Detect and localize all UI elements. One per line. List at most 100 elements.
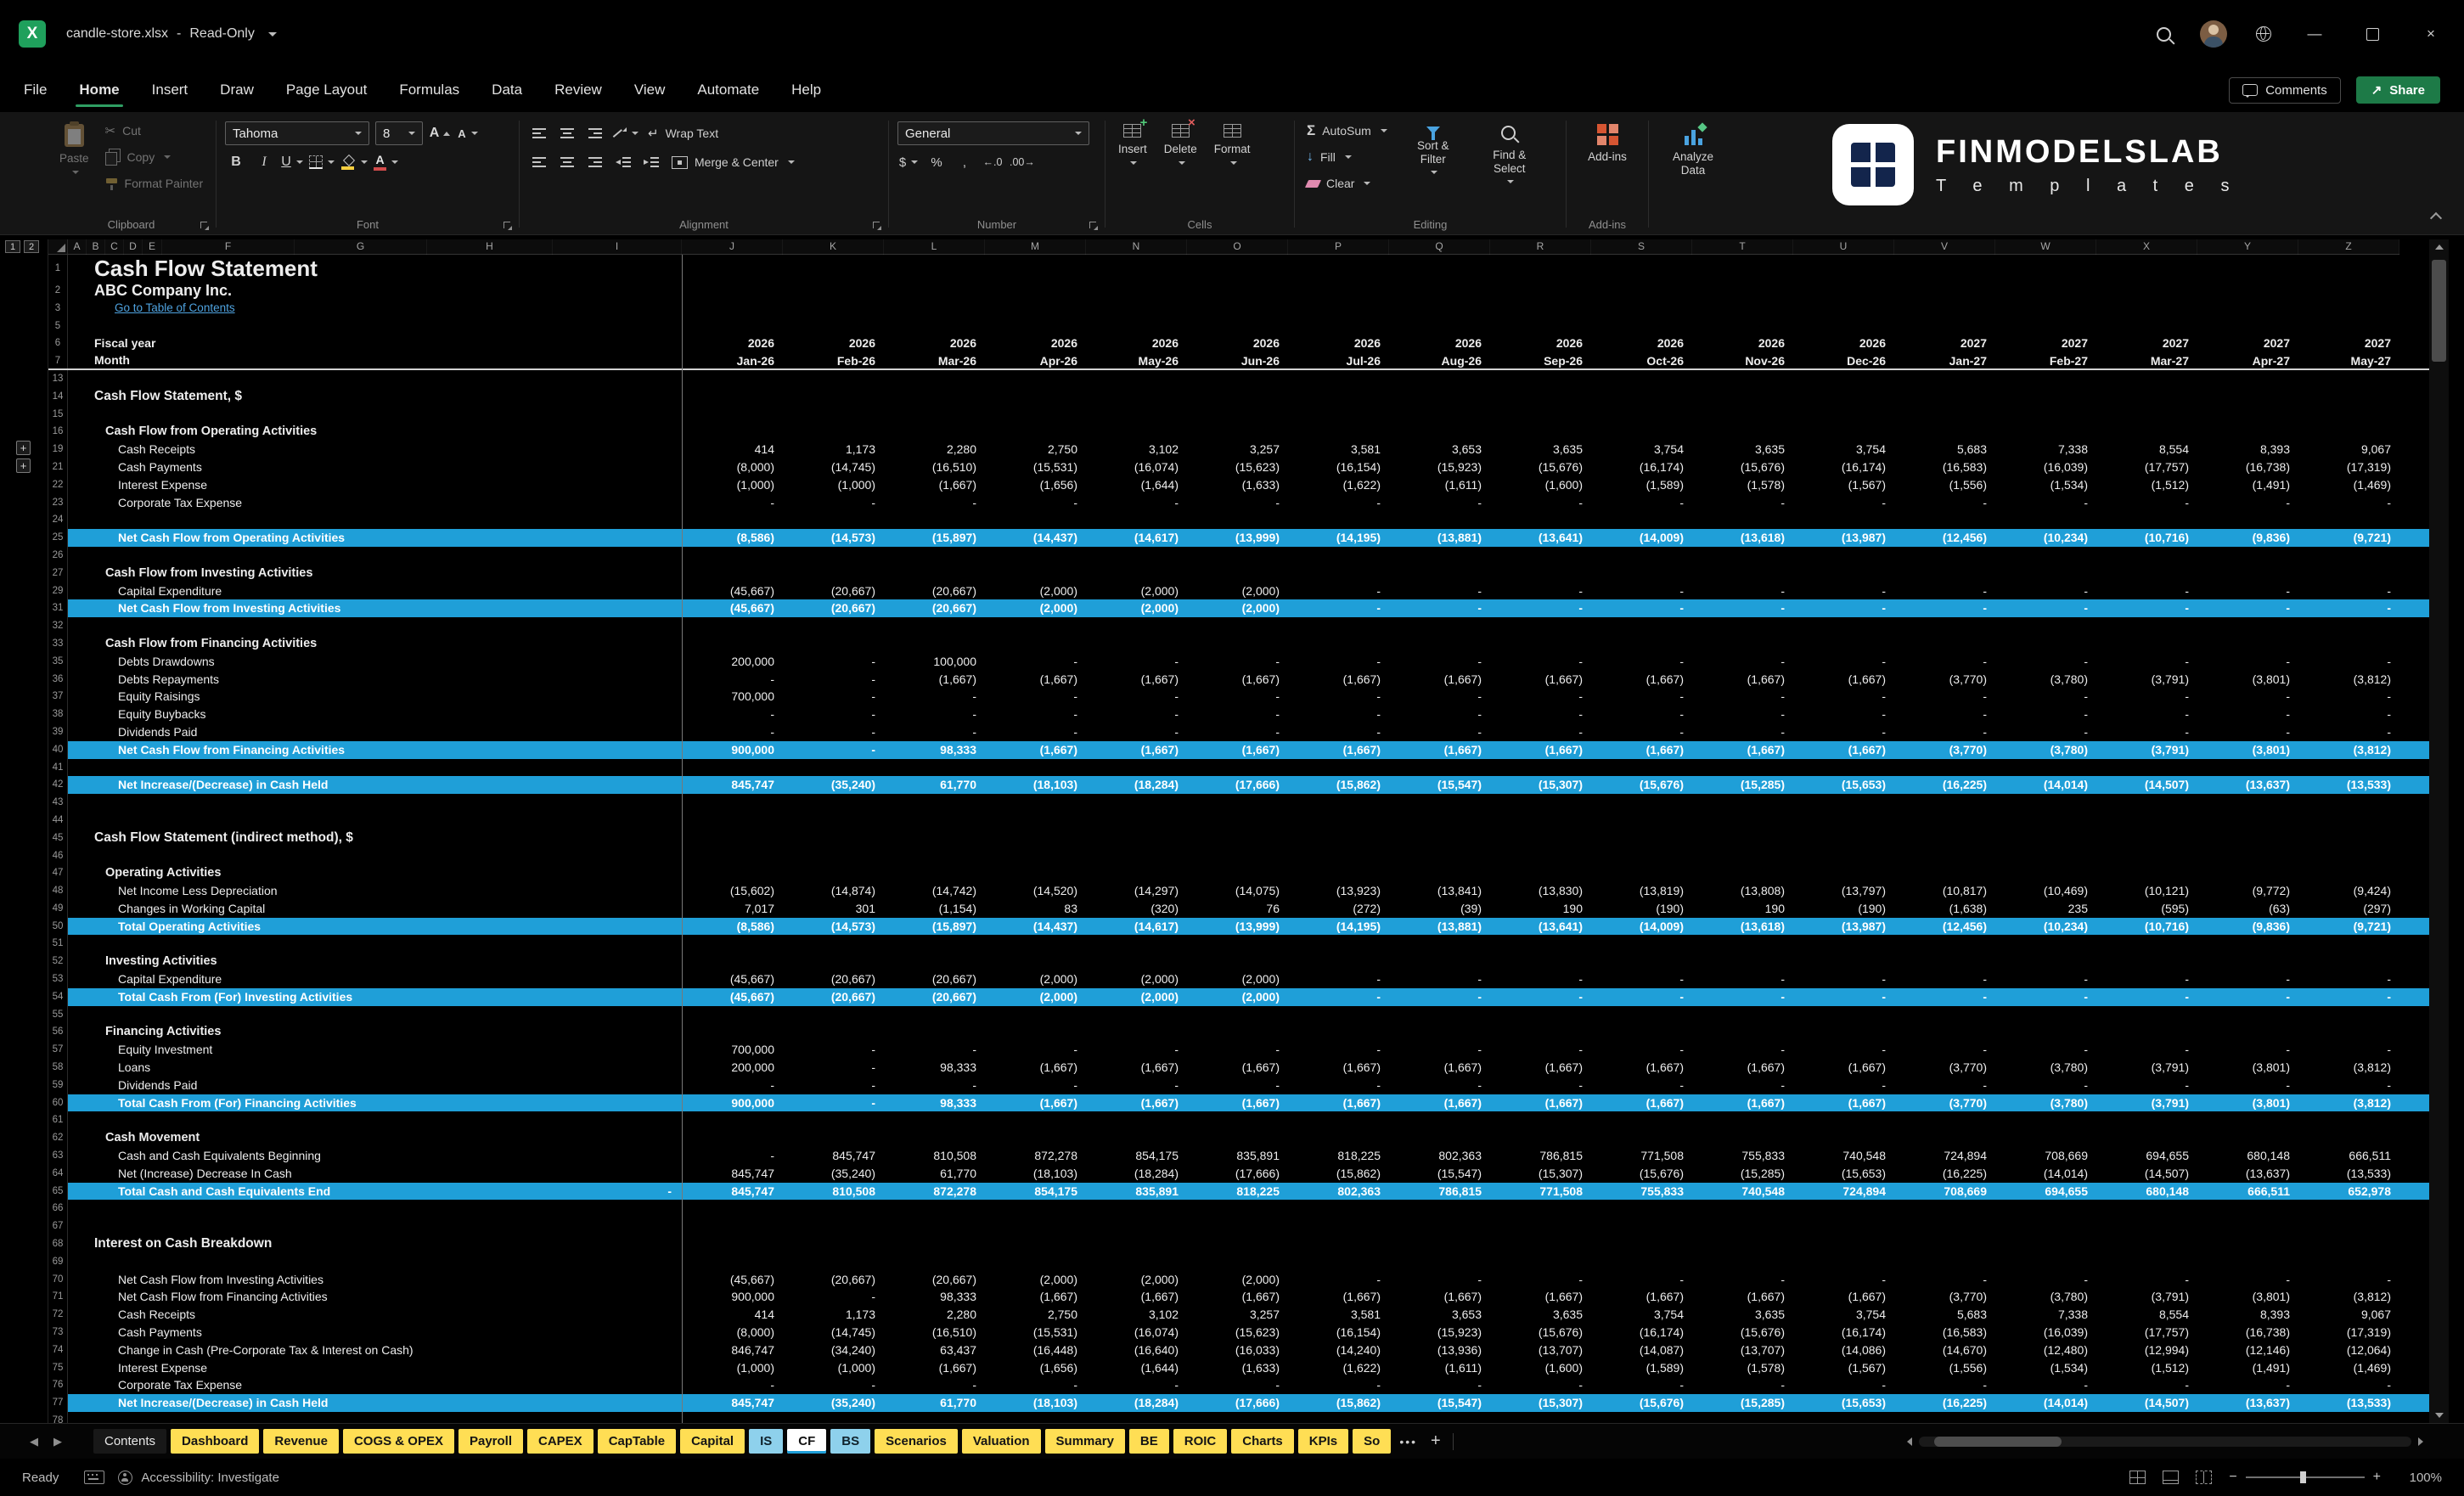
- sheet-cell[interactable]: -: [1894, 599, 1995, 617]
- sheet-cell[interactable]: -: [1793, 723, 1894, 741]
- row-label[interactable]: Equity Buybacks: [68, 706, 682, 723]
- sheet-cell[interactable]: -: [1995, 494, 2096, 512]
- column-header-S[interactable]: S: [1591, 239, 1692, 255]
- sheet-cell[interactable]: (18,284): [1086, 1165, 1187, 1183]
- sheet-cell[interactable]: Mar-27: [2096, 352, 2197, 368]
- sheet-cell[interactable]: (1,667): [1086, 1288, 1187, 1306]
- sheet-cell[interactable]: 7,338: [1995, 1306, 2096, 1324]
- sheet-cell[interactable]: -: [1086, 653, 1187, 671]
- row-label[interactable]: Cash Payments: [68, 458, 682, 476]
- sheet-cell[interactable]: (15,923): [1389, 1324, 1490, 1341]
- sheet-cell[interactable]: 2026: [783, 335, 884, 352]
- sheet-cell[interactable]: 2027: [2298, 335, 2399, 352]
- sheet-cell[interactable]: (1,644): [1086, 476, 1187, 494]
- sheet-cell[interactable]: -: [1187, 494, 1288, 512]
- sheet-cell[interactable]: -: [783, 1077, 884, 1094]
- sheet-cell[interactable]: (14,742): [884, 882, 985, 900]
- outline-expand-button-2[interactable]: +: [16, 458, 31, 473]
- sheet-overflow-button[interactable]: •••: [1399, 1435, 1417, 1448]
- sheet-cell[interactable]: 2026: [1793, 335, 1894, 352]
- sheet-cell[interactable]: 98,333: [884, 1094, 985, 1112]
- sheet-cell[interactable]: (15,602): [682, 882, 783, 900]
- sheet-cell[interactable]: (2,000): [1086, 1271, 1187, 1289]
- sheet-cell[interactable]: (8,586): [682, 529, 783, 547]
- sheet-cell[interactable]: (10,234): [1995, 918, 2096, 936]
- sheet-cell[interactable]: -: [1591, 599, 1692, 617]
- sheet-cell[interactable]: (14,297): [1086, 882, 1187, 900]
- sheet-cell[interactable]: (1,667): [1086, 671, 1187, 689]
- sheet-cell[interactable]: -: [985, 706, 1086, 723]
- sheet-tab-payroll[interactable]: Payroll: [458, 1429, 523, 1454]
- format-cells-button[interactable]: Format: [1210, 119, 1255, 170]
- sheet-cell[interactable]: 2027: [1894, 335, 1995, 352]
- sheet-cell[interactable]: -: [1793, 1077, 1894, 1094]
- sheet-cell[interactable]: (16,174): [1591, 458, 1692, 476]
- row-label[interactable]: Cash Receipts: [68, 441, 682, 458]
- sheet-cell[interactable]: (17,319): [2298, 1324, 2399, 1341]
- sheet-cell[interactable]: 854,175: [985, 1183, 1086, 1201]
- row-number-78[interactable]: 78: [48, 1412, 68, 1423]
- sheet-cell[interactable]: -: [1995, 582, 2096, 600]
- sheet-cell[interactable]: -: [1692, 688, 1793, 706]
- row-label[interactable]: Total Operating Activities: [68, 918, 682, 936]
- sheet-cell[interactable]: (1,667): [1692, 671, 1793, 689]
- sheet-cell[interactable]: (12,456): [1894, 918, 1995, 936]
- sheet-cell[interactable]: -: [1086, 1041, 1187, 1059]
- sheet-cell[interactable]: -: [1389, 653, 1490, 671]
- row-label-empty[interactable]: [68, 935, 682, 953]
- sheet-cell[interactable]: -: [1490, 688, 1591, 706]
- sheet-cell[interactable]: -: [2096, 1376, 2197, 1394]
- normal-view-icon[interactable]: [2129, 1471, 2146, 1484]
- sheet-cell[interactable]: (1,600): [1490, 1359, 1591, 1377]
- sheet-cell[interactable]: (13,819): [1591, 882, 1692, 900]
- sheet-cell[interactable]: (13,637): [2197, 1165, 2298, 1183]
- sheet-cell[interactable]: (20,667): [783, 970, 884, 988]
- zoom-in-icon[interactable]: +: [2373, 1470, 2381, 1485]
- sheet-cell[interactable]: (34,240): [783, 1341, 884, 1359]
- sheet-cell[interactable]: (16,174): [1591, 1324, 1692, 1341]
- sheet-cell[interactable]: -: [1591, 970, 1692, 988]
- minimize-button[interactable]: —: [2300, 25, 2329, 42]
- sort-filter-button[interactable]: Sort & Filter: [1399, 119, 1467, 195]
- row-label[interactable]: Go to Table of Contents: [68, 300, 682, 318]
- align-top-button[interactable]: [528, 122, 550, 145]
- sheet-cell[interactable]: -: [2298, 1041, 2399, 1059]
- sheet-cell[interactable]: -: [1389, 1376, 1490, 1394]
- sheet-cell[interactable]: -: [2197, 706, 2298, 723]
- row-number-69[interactable]: 69: [48, 1253, 68, 1271]
- sheet-cell[interactable]: -: [1490, 599, 1591, 617]
- column-header-K[interactable]: K: [783, 239, 884, 255]
- sheet-cell[interactable]: (3,780): [1995, 1094, 2096, 1112]
- sheet-cell[interactable]: 771,508: [1591, 1147, 1692, 1165]
- sheet-cell[interactable]: (9,721): [2298, 529, 2399, 547]
- sheet-cell[interactable]: -: [1793, 988, 1894, 1006]
- sheet-cell[interactable]: -: [1591, 1077, 1692, 1094]
- number-dialog-launcher-icon[interactable]: [1089, 222, 1098, 230]
- sheet-cell[interactable]: (15,653): [1793, 1394, 1894, 1412]
- row-number-64[interactable]: 64: [48, 1165, 68, 1183]
- sheet-cell[interactable]: (15,531): [985, 458, 1086, 476]
- sheet-cell[interactable]: -: [1187, 1041, 1288, 1059]
- sheet-cell[interactable]: (1,667): [1591, 741, 1692, 759]
- sheet-cell[interactable]: (1,469): [2298, 1359, 2399, 1377]
- sheet-cell[interactable]: (16,738): [2197, 1324, 2298, 1341]
- sheet-cell[interactable]: 900,000: [682, 741, 783, 759]
- sheet-tab-is[interactable]: IS: [749, 1429, 783, 1454]
- sheet-cell[interactable]: -: [1894, 1271, 1995, 1289]
- sheet-cell[interactable]: 872,278: [985, 1147, 1086, 1165]
- sheet-cell[interactable]: (15,531): [985, 1324, 1086, 1341]
- sheet-cell[interactable]: -: [1692, 1376, 1793, 1394]
- sheet-cell[interactable]: (595): [2096, 900, 2197, 918]
- row-number-55[interactable]: 55: [48, 1006, 68, 1024]
- menu-tab-draw[interactable]: Draw: [220, 68, 254, 112]
- sheet-cell[interactable]: 3,653: [1389, 1306, 1490, 1324]
- sheet-nav-right-icon[interactable]: ▶: [46, 1435, 70, 1448]
- sheet-cell[interactable]: 3,754: [1591, 1306, 1692, 1324]
- sheet-cell[interactable]: -: [1288, 1376, 1389, 1394]
- sheet-cell[interactable]: 5,683: [1894, 1306, 1995, 1324]
- sheet-cell[interactable]: (20,667): [884, 970, 985, 988]
- sheet-cell[interactable]: (1,667): [1793, 671, 1894, 689]
- column-header-I[interactable]: I: [553, 239, 682, 255]
- sheet-cell[interactable]: (16,074): [1086, 1324, 1187, 1341]
- sheet-cell[interactable]: -: [2096, 988, 2197, 1006]
